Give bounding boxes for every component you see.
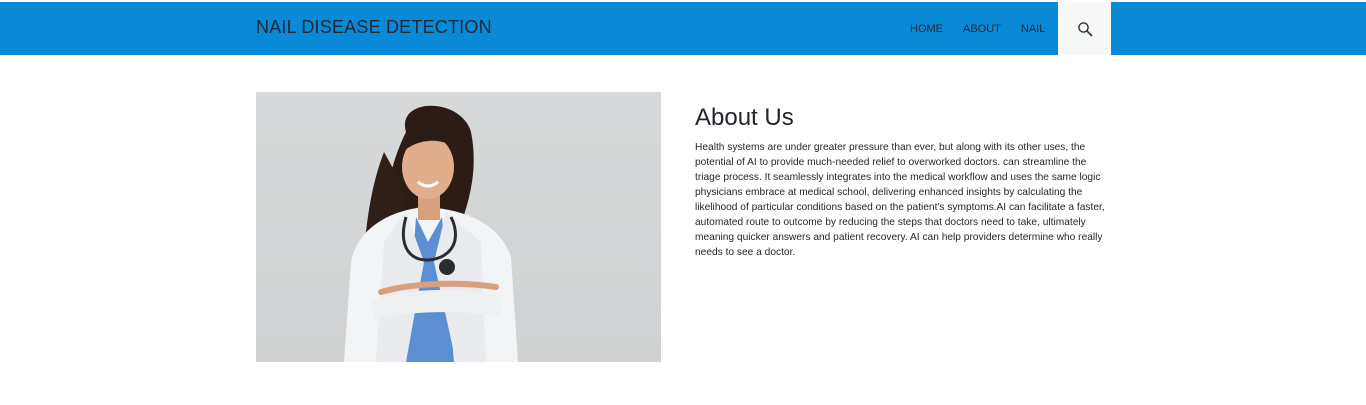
- nav-menu: HOME ABOUT NAIL: [900, 2, 1055, 55]
- about-section: About Us Health systems are under greate…: [695, 104, 1105, 260]
- nav-nail[interactable]: NAIL: [1021, 23, 1045, 35]
- navbar: NAIL DISEASE DETECTION HOME ABOUT NAIL: [0, 2, 1366, 55]
- doctor-illustration: [344, 105, 518, 362]
- doctor-image: [256, 92, 661, 362]
- brand-logo[interactable]: NAIL DISEASE DETECTION: [256, 17, 492, 38]
- about-heading: About Us: [695, 104, 794, 131]
- nav-about[interactable]: ABOUT: [963, 23, 1001, 35]
- nav-home[interactable]: HOME: [910, 23, 943, 35]
- about-paragraph: Health systems are under greater pressur…: [695, 142, 1105, 258]
- search-button[interactable]: [1058, 2, 1111, 55]
- search-icon: [1077, 21, 1092, 36]
